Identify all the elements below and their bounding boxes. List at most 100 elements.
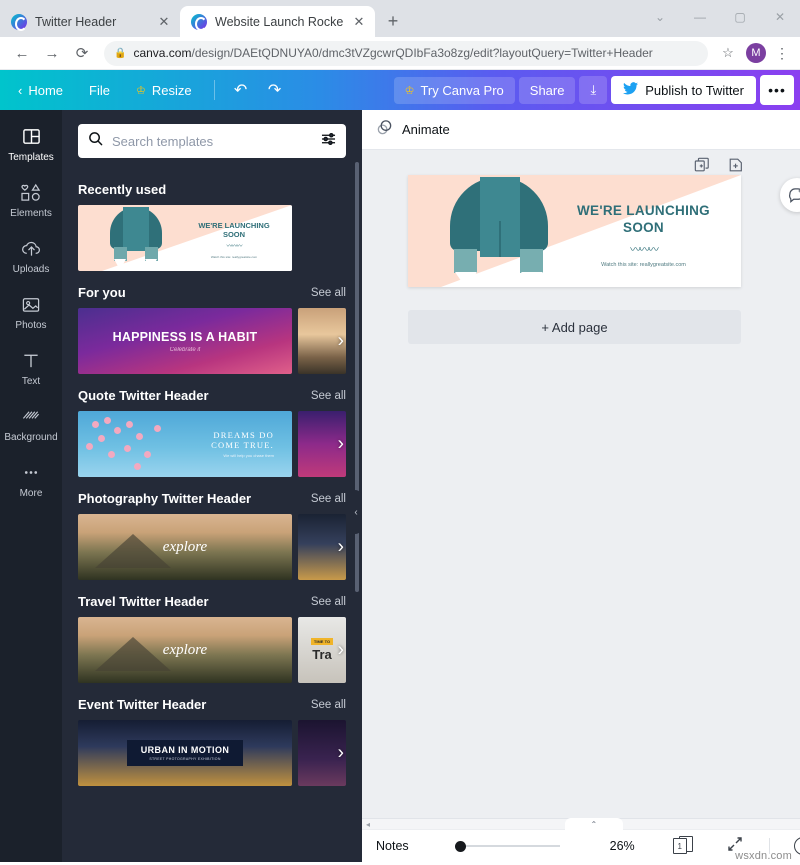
template-thumb-urban[interactable]: URBAN IN MOTION STREET PHOTOGRAPHY EXHIB… bbox=[78, 720, 292, 786]
publish-to-twitter-button[interactable]: Publish to Twitter bbox=[611, 76, 756, 104]
zoom-slider-knob[interactable] bbox=[454, 840, 466, 852]
horizontal-scroll-strip[interactable]: ◂ ⌃ ▸ bbox=[362, 818, 800, 830]
resize-label: Resize bbox=[151, 82, 192, 98]
canvas-area[interactable]: WE'RE LAUNCHING SOON 〰〰〰 Watch this site… bbox=[362, 150, 800, 818]
search-box[interactable] bbox=[78, 124, 346, 158]
pages-icon[interactable]: 1 bbox=[672, 836, 693, 856]
forward-icon[interactable]: → bbox=[38, 39, 66, 67]
thumb-sub: We will help you chase them bbox=[223, 453, 274, 458]
carousel-next-icon[interactable]: › bbox=[338, 332, 344, 351]
zoom-slider-track[interactable] bbox=[465, 845, 560, 847]
photos-icon bbox=[21, 293, 41, 315]
search-icon bbox=[88, 131, 103, 151]
home-label: Home bbox=[28, 82, 64, 98]
browser-tab-2[interactable]: Website Launch Rocketship Twitt ✕ bbox=[180, 6, 375, 37]
minimize-icon[interactable]: — bbox=[680, 0, 720, 33]
template-thumb-rocketship[interactable]: WE'RE LAUNCHING SOON 〰〰〰 Watch this site… bbox=[78, 205, 292, 271]
see-all-link[interactable]: See all bbox=[311, 699, 346, 711]
sidebar-item-more[interactable]: More bbox=[0, 452, 62, 508]
rocket-illustration[interactable] bbox=[436, 177, 564, 287]
sidebar-item-background[interactable]: Background bbox=[0, 396, 62, 452]
redo-icon[interactable]: ↷ bbox=[259, 76, 291, 104]
browser-tab-1[interactable]: Twitter Header ✕ bbox=[0, 6, 180, 37]
maximize-icon[interactable]: ▢ bbox=[720, 0, 760, 33]
sidebar-label: Templates bbox=[8, 152, 54, 163]
template-thumb-explore-2[interactable]: explore bbox=[78, 617, 292, 683]
help-icon[interactable]: ? bbox=[793, 837, 800, 855]
filter-icon[interactable] bbox=[321, 132, 336, 151]
home-button[interactable]: ‹ Home bbox=[6, 77, 75, 104]
see-all-link[interactable]: See all bbox=[311, 390, 346, 402]
new-tab-button[interactable]: + bbox=[379, 7, 407, 35]
carousel-next-icon[interactable]: › bbox=[338, 744, 344, 763]
thumb-sub: Watch this site: reallygreatsite.com bbox=[210, 254, 258, 259]
url-path: /design/DAEtQDNUYA0/dmc3tVZgcwrQDIbFa3o8… bbox=[191, 46, 653, 60]
animate-label[interactable]: Animate bbox=[402, 122, 450, 137]
add-page-button[interactable]: + Add page bbox=[408, 310, 741, 344]
back-icon[interactable]: ← bbox=[8, 39, 36, 67]
thumb-art: explore bbox=[78, 514, 292, 580]
bookmark-star-icon[interactable]: ☆ bbox=[716, 45, 740, 61]
design-canvas-page[interactable]: WE'RE LAUNCHING SOON 〰〰〰 Watch this site… bbox=[408, 175, 741, 287]
templates-icon bbox=[22, 125, 41, 147]
share-button[interactable]: Share bbox=[518, 76, 576, 104]
carousel-next-icon[interactable]: › bbox=[338, 435, 344, 454]
notes-button[interactable]: Notes bbox=[376, 839, 409, 853]
sidebar-item-text[interactable]: Text bbox=[0, 340, 62, 396]
template-row-quote: DREAMS DO COME TRUE. We will help you ch… bbox=[78, 411, 346, 477]
section-title: Photography Twitter Header bbox=[78, 491, 252, 506]
sidebar-label: Text bbox=[21, 376, 41, 387]
canvas-text-block[interactable]: WE'RE LAUNCHING SOON 〰〰〰 Watch this site… bbox=[556, 203, 731, 268]
tab-title: Twitter Header bbox=[35, 14, 117, 29]
mountain-shape bbox=[95, 637, 172, 672]
section-header-quote: Quote Twitter Header See all bbox=[78, 388, 346, 403]
thumb-sub: Celebrate it bbox=[169, 346, 201, 353]
template-thumb-happiness[interactable]: HAPPINESS IS A HABIT Celebrate it bbox=[78, 308, 292, 374]
url-text: canva.com/design/DAEtQDNUYA0/dmc3tVZgcwr… bbox=[133, 46, 652, 60]
page-number-label: 1 bbox=[672, 838, 687, 854]
sidebar-item-photos[interactable]: Photos bbox=[0, 284, 62, 340]
tab-close-icon[interactable]: ✕ bbox=[351, 14, 367, 30]
search-input[interactable] bbox=[112, 133, 312, 149]
chevron-down-icon[interactable]: ⌄ bbox=[640, 0, 680, 33]
file-menu-button[interactable]: File bbox=[77, 77, 122, 104]
chevron-left-icon: ‹ bbox=[18, 82, 23, 98]
zoom-percent-label[interactable]: 26% bbox=[610, 839, 635, 853]
sidebar-item-templates[interactable]: Templates bbox=[0, 116, 62, 172]
carousel-next-icon[interactable]: › bbox=[338, 538, 344, 557]
sidebar-item-uploads[interactable]: Uploads bbox=[0, 228, 62, 284]
try-canva-pro-button[interactable]: ♔ Try Canva Pro bbox=[393, 76, 515, 104]
share-label: Share bbox=[529, 82, 565, 98]
undo-icon[interactable]: ↶ bbox=[225, 76, 257, 104]
sidebar-item-elements[interactable]: Elements bbox=[0, 172, 62, 228]
mountain-shape bbox=[95, 534, 172, 569]
carousel-next-icon[interactable]: › bbox=[338, 641, 344, 660]
see-all-link[interactable]: See all bbox=[311, 596, 346, 608]
more-options-button[interactable]: ••• bbox=[760, 75, 794, 105]
uploads-icon bbox=[21, 237, 42, 259]
panel-collapse-handle[interactable]: ‹ bbox=[349, 490, 362, 534]
section-header-for-you: For you See all bbox=[78, 285, 346, 300]
thumb-line1: DREAMS DO bbox=[213, 430, 274, 440]
close-icon[interactable]: ✕ bbox=[760, 0, 800, 33]
template-thumb-explore[interactable]: explore bbox=[78, 514, 292, 580]
section-title: Travel Twitter Header bbox=[78, 594, 209, 609]
browser-menu-icon[interactable]: ⋮ bbox=[772, 45, 792, 62]
resize-button[interactable]: ♔ Resize bbox=[124, 77, 204, 104]
add-comment-button[interactable] bbox=[779, 178, 800, 212]
see-all-link[interactable]: See all bbox=[311, 287, 346, 299]
template-thumb-dreams[interactable]: DREAMS DO COME TRUE. We will help you ch… bbox=[78, 411, 292, 477]
background-icon bbox=[21, 405, 41, 427]
elements-icon bbox=[20, 181, 42, 203]
address-bar[interactable]: 🔒 canva.com/design/DAEtQDNUYA0/dmc3tVZgc… bbox=[104, 40, 708, 66]
scroll-left-icon[interactable]: ◂ bbox=[366, 820, 370, 829]
zoom-slider[interactable] bbox=[454, 840, 560, 852]
see-all-link[interactable]: See all bbox=[311, 493, 346, 505]
panel-collapse-tab[interactable]: ⌃ bbox=[564, 818, 623, 830]
reload-icon[interactable]: ⟳ bbox=[68, 39, 96, 67]
tab-close-icon[interactable]: ✕ bbox=[156, 14, 172, 30]
download-button[interactable]: ⤓ bbox=[579, 76, 608, 104]
wave-divider-icon: 〰〰〰 bbox=[630, 243, 659, 256]
profile-avatar[interactable]: M bbox=[746, 43, 766, 63]
template-row-photography: explore › bbox=[78, 514, 346, 580]
